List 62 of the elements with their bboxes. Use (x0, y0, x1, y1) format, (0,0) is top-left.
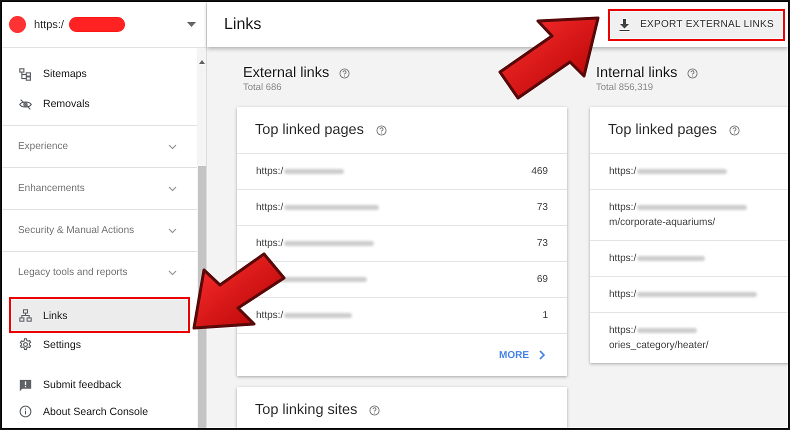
nav-item[interactable]: Submit feedback (2, 372, 196, 398)
nav-item[interactable]: Settings (2, 332, 196, 357)
nav-section-label[interactable]: Legacy tools and reports (18, 267, 128, 278)
blurred-text (284, 169, 344, 174)
chevron-icon[interactable] (168, 228, 178, 234)
download-icon (619, 18, 630, 30)
section-title: Internal links (596, 65, 678, 81)
link-count: 1 (542, 310, 548, 321)
info-icon (19, 405, 32, 418)
chevron-icon[interactable] (168, 144, 178, 150)
help-icon[interactable] (728, 124, 740, 136)
url-text[interactable]: https:/ (256, 202, 284, 213)
url-text[interactable]: https:/ (609, 289, 636, 300)
export-button[interactable]: EXPORT EXTERNAL LINKS (609, 10, 784, 40)
nav-item[interactable]: Sitemaps (2, 59, 196, 89)
url-text[interactable]: https:/ (609, 253, 636, 264)
nav-item[interactable]: About Search Console (2, 398, 196, 425)
blurred-text (637, 328, 698, 333)
nav-item[interactable]: Links (10, 298, 189, 332)
blurred-text (284, 313, 352, 318)
url-text[interactable]: ories_category/heater/ (609, 340, 709, 351)
link-count: 73 (536, 238, 548, 249)
nav-item[interactable]: Removals (2, 89, 196, 119)
help-icon[interactable] (339, 68, 350, 78)
card-title: Top linked pages (608, 122, 717, 138)
chevron-icon[interactable] (168, 270, 178, 276)
help-icon[interactable] (376, 124, 387, 136)
url-text[interactable]: https:/ (609, 166, 636, 177)
total-count: Total 686 (243, 82, 283, 93)
nav-section-label[interactable]: Experience (18, 141, 68, 152)
help-icon[interactable] (687, 68, 698, 78)
url-text[interactable]: m/corporate-aquariums/ (609, 217, 748, 228)
link-count: 469 (531, 166, 548, 177)
url-text[interactable]: https:/ (609, 202, 636, 213)
hidden-eye-icon (19, 98, 32, 110)
link-count: 73 (536, 202, 548, 213)
total-count: Total 856,319 (596, 82, 654, 93)
page-title: Links (224, 16, 262, 34)
card-title: Top linking sites (255, 402, 358, 418)
help-icon[interactable] (369, 404, 380, 416)
url-text[interactable]: https:/ (609, 325, 636, 336)
site-favicon (9, 16, 26, 33)
section-title: External links (243, 65, 330, 81)
card-title: Top linked pages (255, 122, 364, 138)
nav-section-label[interactable]: Security & Manual Actions (18, 225, 134, 236)
sitemap-icon (19, 68, 32, 80)
url-text[interactable]: https:/ (256, 310, 284, 321)
url-text[interactable]: https:/ (256, 238, 284, 249)
link-count: 69 (536, 274, 548, 285)
scroll-up-icon[interactable] (198, 60, 205, 64)
dropdown-caret-icon[interactable] (187, 22, 196, 28)
url-text[interactable]: https:/ (256, 166, 284, 177)
feedback-icon (19, 378, 32, 392)
chevron-icon[interactable] (168, 186, 178, 192)
chevron-icon (539, 350, 545, 360)
nav-section-label[interactable]: Enhancements (18, 183, 85, 194)
more-button[interactable]: MORE (497, 348, 547, 362)
property-url[interactable]: https:/ (34, 18, 64, 30)
redaction-mark (68, 17, 125, 32)
blurred-text (637, 256, 706, 261)
settings-icon (19, 338, 32, 351)
network-icon (19, 309, 32, 322)
